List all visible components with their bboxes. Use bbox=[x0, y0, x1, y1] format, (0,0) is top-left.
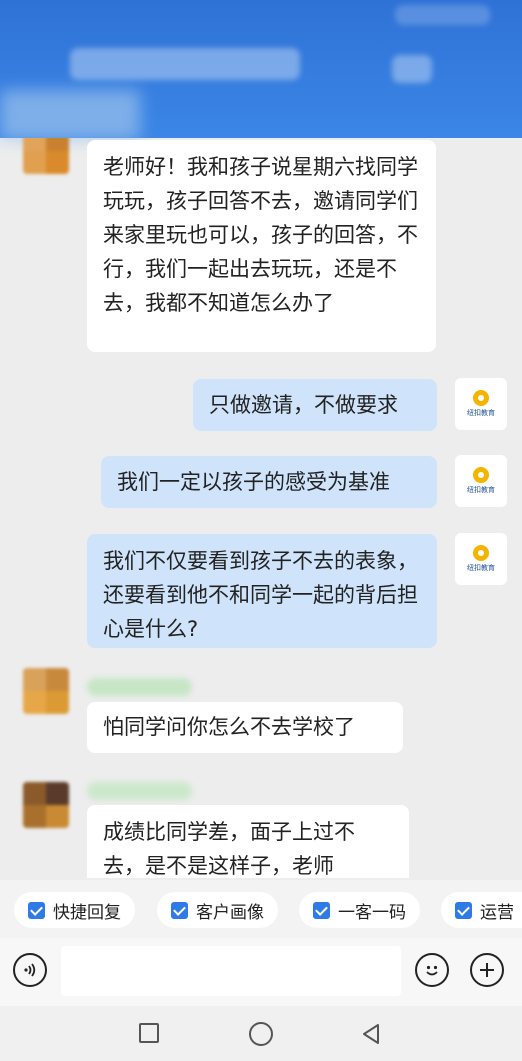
chip-label: 一客一码 bbox=[338, 902, 406, 923]
header-action-icon[interactable] bbox=[392, 55, 432, 83]
voice-icon[interactable] bbox=[13, 953, 47, 987]
header-blur-region bbox=[0, 90, 140, 140]
emoji-icon[interactable] bbox=[415, 953, 449, 987]
brand-avatar-label: 纽扣教育 bbox=[467, 486, 495, 494]
checkbox-icon bbox=[28, 901, 45, 919]
home-icon[interactable] bbox=[249, 1022, 273, 1046]
user-avatar[interactable] bbox=[23, 138, 69, 174]
sender-name-blurred bbox=[87, 678, 192, 696]
message-bubble-incoming[interactable]: 成绩比同学差，面子上过不去，是不是这样子，老师 bbox=[87, 805, 409, 878]
chat-message-list[interactable]: 老师好！我和孩子说星期六找同学玩玩，孩子回答不去，邀请同学们来家里玩也可以，孩子… bbox=[0, 138, 522, 878]
brand-logo-icon bbox=[473, 545, 489, 561]
chip-label: 客户画像 bbox=[196, 902, 264, 923]
user-avatar[interactable] bbox=[23, 782, 69, 828]
message-input[interactable] bbox=[61, 946, 401, 996]
plus-icon[interactable] bbox=[470, 953, 504, 987]
brand-avatar[interactable]: 纽扣教育 bbox=[455, 533, 507, 585]
quick-actions-bar[interactable]: 快捷回复 客户画像 一客一码 运营 bbox=[0, 880, 522, 938]
sender-name-blurred bbox=[87, 782, 192, 800]
chat-header bbox=[0, 0, 522, 140]
brand-logo-icon bbox=[473, 390, 489, 406]
recent-apps-icon[interactable] bbox=[139, 1023, 159, 1043]
checkbox-icon bbox=[313, 901, 330, 919]
user-avatar[interactable] bbox=[23, 668, 69, 714]
checkbox-icon bbox=[455, 901, 472, 919]
chat-title-blurred bbox=[70, 48, 300, 80]
brand-avatar[interactable]: 纽扣教育 bbox=[455, 378, 507, 430]
quick-reply-chip[interactable]: 快捷回复 bbox=[14, 892, 135, 928]
message-bubble-incoming[interactable]: 怕同学问你怎么不去学校了 bbox=[87, 702, 403, 753]
operations-chip[interactable]: 运营 bbox=[441, 892, 522, 928]
system-nav-bar bbox=[0, 1006, 522, 1061]
status-bar-blurred bbox=[395, 5, 490, 25]
brand-avatar-label: 纽扣教育 bbox=[467, 564, 495, 572]
brand-avatar[interactable]: 纽扣教育 bbox=[455, 455, 507, 507]
message-bubble-outgoing[interactable]: 我们一定以孩子的感受为基准 bbox=[101, 456, 437, 508]
back-icon[interactable] bbox=[360, 1023, 382, 1045]
one-customer-one-code-chip[interactable]: 一客一码 bbox=[299, 892, 420, 928]
message-bubble-incoming[interactable]: 老师好！我和孩子说星期六找同学玩玩，孩子回答不去，邀请同学们来家里玩也可以，孩子… bbox=[87, 140, 436, 352]
chip-label: 快捷回复 bbox=[53, 902, 121, 923]
customer-profile-chip[interactable]: 客户画像 bbox=[157, 892, 278, 928]
message-bubble-outgoing[interactable]: 只做邀请，不做要求 bbox=[193, 379, 437, 431]
brand-avatar-label: 纽扣教育 bbox=[467, 409, 495, 417]
message-bubble-outgoing[interactable]: 我们不仅要看到孩子不去的表象，还要看到他不和同学一起的背后担心是什么? bbox=[87, 534, 437, 648]
checkbox-icon bbox=[171, 901, 188, 919]
chip-label: 运营 bbox=[480, 902, 514, 923]
brand-logo-icon bbox=[473, 467, 489, 483]
message-input-bar bbox=[0, 938, 522, 1006]
